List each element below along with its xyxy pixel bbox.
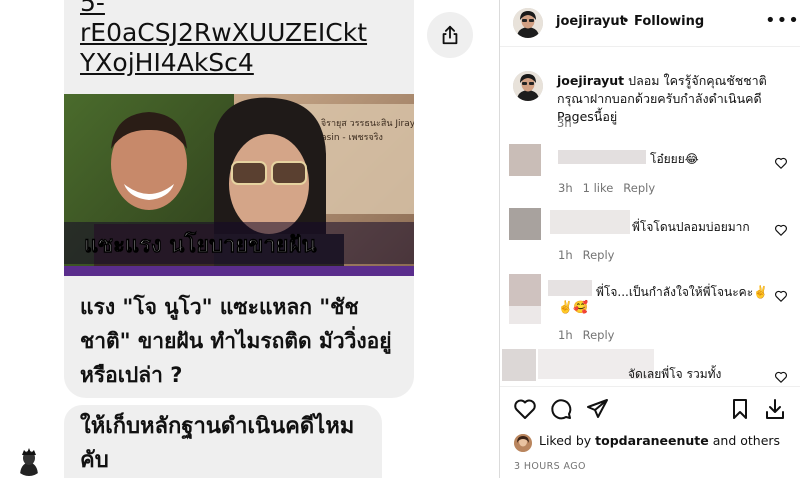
post-actions (500, 386, 800, 427)
comment-text: จัดเลยพี่โจ รวมทั้ง (628, 367, 722, 381)
avatar[interactable] (513, 8, 543, 38)
share-button[interactable] (427, 12, 473, 58)
heart-icon[interactable] (774, 156, 788, 170)
liked-by-text: Liked by topdaraneenute and others (539, 433, 789, 448)
message-text: ให้เก็บหลักฐานดำเนินคดีไหมคับ (80, 414, 355, 473)
send-icon[interactable] (585, 397, 609, 421)
liked-by-prefix: Liked by (539, 433, 592, 448)
comment-meta: 3h 1 like Reply (558, 181, 665, 195)
link-preview-image[interactable]: โจ นูโว จิรายุส วรรธนะสิน Jirayu Wattana… (64, 94, 414, 276)
reply-button[interactable]: Reply (623, 181, 655, 195)
caption-time: 3h (557, 116, 572, 130)
comment-text-line2: ✌️🥰 (558, 300, 588, 314)
post-header: joejirayut • Following ••• (500, 0, 800, 47)
heart-icon[interactable] (774, 289, 788, 303)
link-line[interactable]: rE0aCSJ2RwXUUZEICkt (80, 18, 410, 48)
commenter-name-blurred (548, 280, 592, 296)
commenter-avatar[interactable] (509, 144, 541, 176)
username-link[interactable]: joejirayut (556, 14, 626, 29)
post-panel: joejirayut • Following ••• joejirayut ปล… (499, 0, 800, 478)
following-button[interactable]: Following (634, 14, 704, 29)
chat-thread: 5- rE0aCSJ2RwXUUZEICkt YXojHI4AkSc4 โจ น… (0, 0, 498, 478)
avatar-blur (509, 306, 541, 324)
comment-text: พี่โจ...เป็นกำลังใจให้พี่โจนะคะ✌️ (596, 285, 769, 299)
sender-avatar[interactable] (14, 446, 44, 476)
comment-text: โอ๋ยยย😂 (650, 152, 699, 166)
avatar-image (513, 8, 543, 38)
preview-headline: แซะแรง นโยบายขายฝัน (84, 231, 317, 258)
commenter-avatar[interactable] (502, 349, 536, 381)
heart-icon[interactable] (774, 370, 788, 384)
more-icon[interactable]: ••• (765, 10, 800, 31)
commenter-name-blurred (550, 210, 630, 234)
liked-by-avatar[interactable] (514, 434, 532, 452)
heart-icon[interactable] (774, 223, 788, 237)
liked-by-user[interactable]: topdaraneenute (595, 433, 709, 448)
like-icon[interactable] (513, 397, 537, 421)
post-caption: joejirayut ปลอม ใครรู้จักคุณชัชชาติกรุณา… (557, 72, 797, 126)
avatar-image (513, 71, 543, 101)
reply-button[interactable]: Reply (583, 328, 615, 342)
comment-text: พี่โจโดนปลอมบ่อยมาก (632, 220, 750, 234)
save-icon[interactable] (728, 397, 752, 421)
liked-by-suffix[interactable]: and others (713, 433, 780, 448)
preview-photo: โจ นูโว จิรายุส วรรธนะสิน Jirayu Wattana… (64, 94, 414, 276)
commenter-avatar[interactable] (509, 274, 541, 306)
comment-meta: 1h Reply (558, 248, 624, 262)
commenter-avatar[interactable] (509, 208, 541, 240)
commenter-name-blurred (558, 150, 646, 164)
caption-username[interactable]: joejirayut (557, 73, 624, 88)
link-preview-caption: แรง "โจ นูโว" แซะแหลก "ชัชชาติ" ขายฝัน ท… (80, 295, 392, 387)
post-timestamp: 3 HOURS AGO (514, 461, 586, 472)
comment-time: 1h (558, 248, 573, 262)
caption-avatar[interactable] (513, 71, 543, 101)
share-icon (442, 25, 458, 45)
link-line[interactable]: 5- (80, 0, 410, 18)
comment-meta: 1h Reply (558, 328, 624, 342)
comment-time: 3h (558, 181, 573, 195)
download-icon[interactable] (763, 397, 787, 421)
separator-dot: • (622, 14, 630, 29)
link-line[interactable]: YXojHI4AkSc4 (80, 48, 410, 78)
avatar-image (514, 434, 532, 452)
comment-time: 1h (558, 328, 573, 342)
shared-link-url[interactable]: 5- rE0aCSJ2RwXUUZEICkt YXojHI4AkSc4 (80, 0, 410, 78)
comment-icon[interactable] (549, 397, 573, 421)
avatar-image (14, 446, 44, 476)
reply-button[interactable]: Reply (583, 248, 615, 262)
comment-likes[interactable]: 1 like (583, 181, 614, 195)
